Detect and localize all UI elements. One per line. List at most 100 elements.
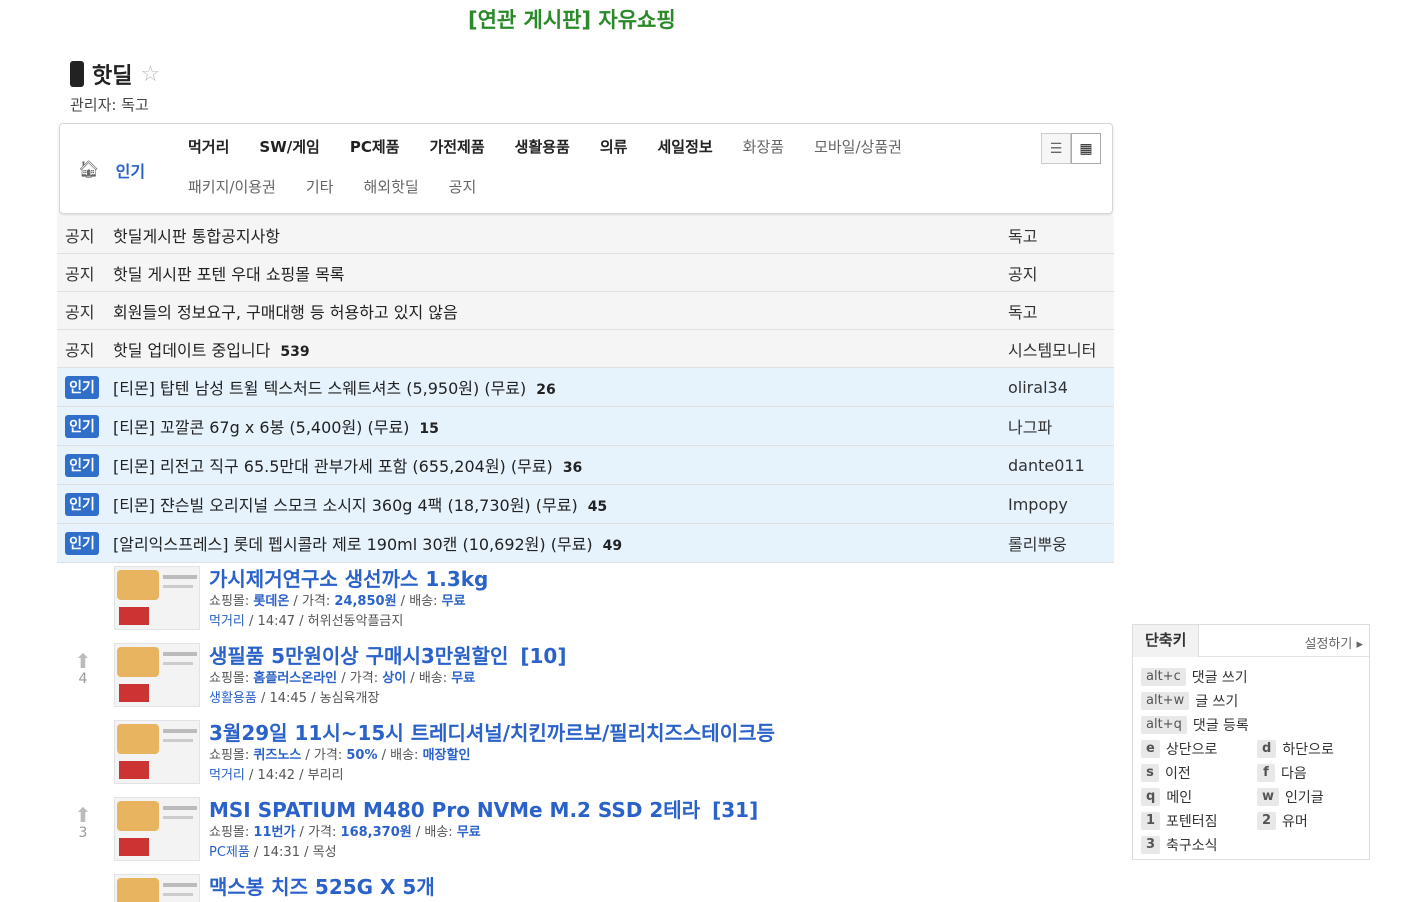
list-view-icon[interactable]: ☰ (1041, 133, 1071, 164)
nav-category[interactable]: 의류 (600, 136, 628, 158)
deal-item[interactable]: 가시제거연구소 생선까스 1.3kg 쇼핑몰: 롯데온 / 가격: 24,850원… (57, 562, 1114, 639)
nav-category[interactable]: 기타 (306, 176, 334, 198)
post-title-text[interactable]: 핫딜 게시판 포텐 우대 쇼핑몰 목록 (113, 265, 345, 284)
hot-row[interactable]: 인기 [티몬] 탑텐 남성 트윌 텍스처드 스웨트셔츠 (5,950원) (무료)… (57, 368, 1114, 407)
deal-title[interactable]: 생필품 5만원이상 구매시3만원할인 [10] (209, 643, 566, 669)
hot-row[interactable]: 인기 [티몬] 리전고 직구 65.5만대 관부가세 포함 (655,204원) … (57, 446, 1114, 485)
nav-category[interactable]: 세일정보 (657, 136, 712, 158)
deal-author[interactable]: 허위선동악플금지 (308, 614, 404, 629)
deal-thumbnail[interactable] (114, 566, 200, 630)
shortcut-settings-link[interactable]: 설정하기 ▸ (1304, 633, 1363, 652)
vote-box[interactable]: ⬆ 3 (71, 805, 95, 841)
shortcut-settings-label[interactable]: 설정하기 (1304, 637, 1352, 652)
deal-title[interactable]: 가시제거연구소 생선까스 1.3kg (209, 566, 488, 592)
deal-title-text[interactable]: 가시제거연구소 생선까스 1.3kg (209, 567, 488, 591)
nav-category[interactable]: 해외핫딜 (363, 176, 418, 198)
price-value: 168,370원 (340, 825, 412, 840)
post-title[interactable]: [알리익스프레스] 롯데 펩시콜라 제로 190ml 30캔 (10,692원)… (113, 531, 1008, 555)
post-title[interactable]: 핫딜게시판 통합공지사항 (113, 223, 1008, 247)
notice-row[interactable]: 공지 핫딜 게시판 포텐 우대 쇼핑몰 목록 공지 (57, 254, 1114, 292)
nav-category[interactable]: 먹거리 (188, 136, 229, 158)
vote-box[interactable]: ⬆ 4 (71, 651, 95, 687)
deal-category[interactable]: 먹거리 (209, 614, 245, 629)
post-author[interactable]: 롤리뿌웅 (1008, 531, 1114, 555)
nav-category[interactable]: PC제품 (350, 136, 400, 158)
post-title[interactable]: [티몬] 탑텐 남성 트윌 텍스처드 스웨트셔츠 (5,950원) (무료) 26 (113, 375, 1008, 399)
post-title-text[interactable]: [티몬] 리전고 직구 65.5만대 관부가세 포함 (655,204원) (무… (113, 457, 553, 476)
star-icon[interactable]: ☆ (140, 62, 160, 87)
deal-author[interactable]: 목성 (313, 845, 337, 860)
notice-row[interactable]: 공지 핫딜게시판 통합공지사항 독고 (57, 216, 1114, 254)
deal-title[interactable]: MSI SPATIUM M480 Pro NVMe M.2 SSD 2테라 [31… (209, 797, 758, 823)
post-title-text[interactable]: [티몬] 쟌슨빌 오리지널 스모크 소시지 360g 4팩 (18,730원) … (113, 496, 578, 515)
comment-count[interactable]: 26 (536, 382, 555, 398)
notice-row[interactable]: 공지 회원들의 정보요구, 구매대행 등 허용하고 있지 않음 독고 (57, 292, 1114, 330)
nav-category[interactable]: 화장품 (743, 136, 784, 158)
comment-count[interactable]: 15 (419, 421, 438, 437)
post-title[interactable]: 핫딜 게시판 포텐 우대 쇼핑몰 목록 (113, 261, 1008, 285)
comment-count[interactable]: 49 (603, 538, 622, 554)
comment-count[interactable]: 539 (280, 344, 309, 360)
thumbnail-view-icon[interactable]: ▦ (1071, 133, 1101, 164)
deal-comment-count[interactable]: [31] (712, 798, 758, 822)
post-author[interactable]: Impopy (1008, 495, 1114, 514)
post-title-text[interactable]: 핫딜 업데이트 중입니다 (113, 341, 270, 360)
notice-row[interactable]: 공지 핫딜 업데이트 중입니다 539 시스템모니터 (57, 330, 1114, 368)
nav-category[interactable]: 모바일/상품권 (814, 136, 902, 158)
post-title[interactable]: 핫딜 업데이트 중입니다 539 (113, 337, 1008, 361)
nav-home[interactable]: 🏠︎ 인기 (78, 158, 145, 182)
post-author[interactable]: oliral34 (1008, 378, 1114, 397)
comment-count[interactable]: 36 (563, 460, 582, 476)
post-title[interactable]: [티몬] 쟌슨빌 오리지널 스모크 소시지 360g 4팩 (18,730원) … (113, 492, 1008, 516)
hot-row[interactable]: 인기 [티몬] 쟌슨빌 오리지널 스모크 소시지 360g 4팩 (18,730원… (57, 485, 1114, 524)
nav-category[interactable]: 패키지/이용권 (188, 176, 276, 198)
post-title[interactable]: [티몬] 리전고 직구 65.5만대 관부가세 포함 (655,204원) (무… (113, 453, 1008, 477)
nav-category[interactable]: 공지 (449, 176, 477, 198)
deal-item[interactable]: 맥스봉 치즈 525G X 5개 (57, 870, 1114, 902)
deal-category[interactable]: 먹거리 (209, 768, 245, 783)
deal-title-text[interactable]: 맥스봉 치즈 525G X 5개 (209, 875, 435, 899)
deal-thumbnail[interactable] (114, 720, 200, 784)
deal-thumbnail[interactable] (114, 643, 200, 707)
post-author[interactable]: dante011 (1008, 456, 1114, 475)
deal-author[interactable]: 부리리 (308, 768, 344, 783)
nav-category[interactable]: 생활용품 (515, 136, 570, 158)
post-author[interactable]: 공지 (1008, 261, 1114, 285)
nav-category[interactable]: SW/게임 (259, 136, 319, 158)
deal-title[interactable]: 맥스봉 치즈 525G X 5개 (209, 874, 435, 900)
post-title-text[interactable]: 회원들의 정보요구, 구매대행 등 허용하고 있지 않음 (113, 303, 458, 322)
deal-thumbnail[interactable] (114, 874, 200, 902)
post-title[interactable]: [티몬] 꼬깔콘 67g x 6봉 (5,400원) (무료) 15 (113, 414, 1008, 438)
nav-category[interactable]: 가전제품 (429, 136, 484, 158)
post-title-text[interactable]: [티몬] 탑텐 남성 트윌 텍스처드 스웨트셔츠 (5,950원) (무료) (113, 379, 526, 398)
related-board-link[interactable]: [연관 게시판] 자유쇼핑 (468, 4, 676, 34)
upvote-icon[interactable]: ⬆ (71, 651, 95, 671)
post-title-text[interactable]: 핫딜게시판 통합공지사항 (113, 227, 280, 246)
post-author[interactable]: 독고 (1008, 223, 1114, 247)
post-title-text[interactable]: [알리익스프레스] 롯데 펩시콜라 제로 190ml 30캔 (10,692원)… (113, 535, 593, 554)
hot-row[interactable]: 인기 [알리익스프레스] 롯데 펩시콜라 제로 190ml 30캔 (10,692… (57, 524, 1114, 563)
shortcut-key: 3 (1141, 836, 1161, 854)
post-author[interactable]: 독고 (1008, 299, 1114, 323)
post-author[interactable]: 나그파 (1008, 414, 1114, 438)
comment-count[interactable]: 45 (588, 499, 607, 515)
deal-item[interactable]: 3월29일 11시~15시 트레디셔널/치킨까르보/필리치즈스테이크등 쇼핑몰: … (57, 716, 1114, 793)
deal-title[interactable]: 3월29일 11시~15시 트레디셔널/치킨까르보/필리치즈스테이크등 (209, 720, 775, 746)
post-title-text[interactable]: [티몬] 꼬깔콘 67g x 6봉 (5,400원) (무료) (113, 418, 409, 437)
deal-thumbnail[interactable] (114, 797, 200, 861)
deal-category[interactable]: 생활용품 (209, 691, 257, 706)
deal-comment-count[interactable]: [10] (520, 644, 566, 668)
post-author[interactable]: 시스템모니터 (1008, 337, 1114, 361)
upvote-icon[interactable]: ⬆ (71, 805, 95, 825)
nav-popular[interactable]: 인기 (116, 158, 145, 182)
deal-title-text[interactable]: 3월29일 11시~15시 트레디셔널/치킨까르보/필리치즈스테이크등 (209, 721, 775, 745)
post-title[interactable]: 회원들의 정보요구, 구매대행 등 허용하고 있지 않음 (113, 299, 1008, 323)
deal-title-text[interactable]: 생필품 5만원이상 구매시3만원할인 (209, 644, 508, 668)
deal-item[interactable]: ⬆ 3 MSI SPATIUM M480 Pro NVMe M.2 SSD 2테라 [… (57, 793, 1114, 870)
home-icon[interactable]: 🏠︎ (78, 160, 100, 180)
deal-category[interactable]: PC제품 (209, 845, 250, 860)
deal-title-text[interactable]: MSI SPATIUM M480 Pro NVMe M.2 SSD 2테라 (209, 798, 700, 822)
deal-item[interactable]: ⬆ 4 생필품 5만원이상 구매시3만원할인 [10] 쇼핑몰: 홈플러스온라인 / 가… (57, 639, 1114, 716)
hot-row[interactable]: 인기 [티몬] 꼬깔콘 67g x 6봉 (5,400원) (무료) 15 나그파 (57, 407, 1114, 446)
deal-author[interactable]: 농심육개장 (320, 691, 380, 706)
